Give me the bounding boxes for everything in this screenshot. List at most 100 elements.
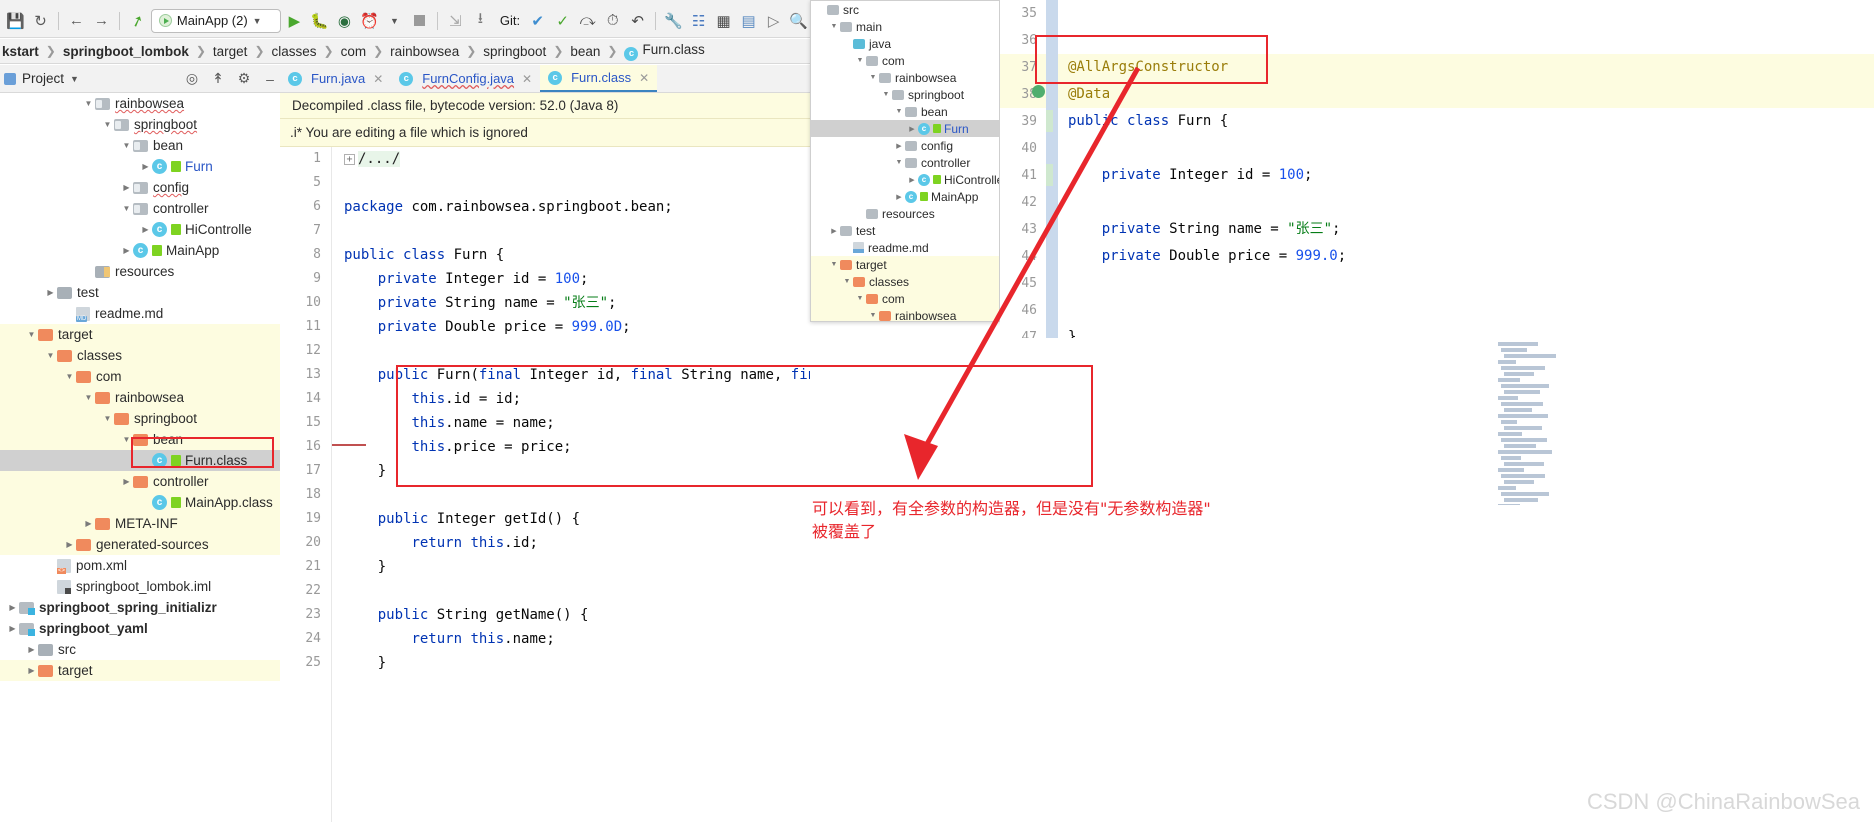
fold-toggle-icon[interactable]: + [344, 154, 355, 165]
breadcrumb-item-0[interactable]: kstart [0, 44, 41, 59]
project-tree-row[interactable]: ▼ target [0, 324, 280, 345]
run-anything-icon[interactable]: ▷ [762, 8, 785, 34]
popup-tree-row[interactable]: ▼ bean [811, 103, 999, 120]
chevron-right-icon[interactable]: ▶ [139, 162, 152, 171]
code-line[interactable]: @AllArgsConstructor [1058, 54, 1874, 81]
right-code-content[interactable]: @AllArgsConstructor @Data public class Fur… [1058, 0, 1874, 338]
code-line[interactable]: +/.../ [332, 147, 810, 171]
chevron-down-icon[interactable]: ▼ [854, 295, 866, 302]
chevron-down-icon[interactable]: ▼ [120, 141, 133, 150]
editor-tab[interactable]: c Furn.java ✕ [280, 65, 392, 92]
close-icon[interactable]: ✕ [639, 71, 649, 85]
code-content[interactable]: +/.../ package com.rainbowsea.springboot… [332, 147, 810, 822]
project-tree-row[interactable]: ▶ c HiControlle [0, 219, 280, 240]
chevron-right-icon[interactable]: ▶ [6, 624, 19, 633]
chevron-right-icon[interactable]: ▶ [120, 477, 133, 486]
chevron-right-icon[interactable]: ▶ [906, 176, 918, 184]
project-tree-row[interactable]: pom.xml [0, 555, 280, 576]
code-line[interactable] [332, 339, 810, 363]
profile-icon[interactable]: ⏰ [358, 8, 381, 34]
code-line[interactable] [332, 219, 810, 243]
popup-tree-row[interactable]: ▶ c MainApp [811, 188, 999, 205]
chevron-down-icon[interactable]: ▼ [828, 23, 840, 30]
project-tree-row[interactable]: ▼ bean [0, 429, 280, 450]
code-viewport[interactable]: 1 5 6 7 8 9 10 11 12 13 14 15 16 17 18 19 20 21 22 23 24 25 +… [280, 147, 810, 822]
hide-panel-icon[interactable]: ‒ [260, 71, 280, 87]
code-line[interactable]: this.price = price; [332, 435, 810, 459]
structure-icon[interactable]: ☷ [687, 8, 710, 34]
project-tree-row[interactable]: ▶ src [0, 639, 280, 660]
popup-tree-row[interactable]: ▶ c Furn [811, 120, 999, 137]
history-icon[interactable]: ⏱ [601, 8, 624, 34]
code-line[interactable] [332, 579, 810, 603]
floating-project-tree-popup[interactable]: src ▼ main java ▼ com ▼ rainbowsea ▼ springboot ▼ b… [810, 0, 1000, 322]
chevron-down-icon[interactable]: ▼ [867, 312, 879, 319]
project-tree-row[interactable]: ▶ generated-sources [0, 534, 280, 555]
project-tree-row[interactable]: ▶ META-INF [0, 513, 280, 534]
breadcrumb-item-1[interactable]: springboot_lombok [61, 44, 191, 59]
push-icon[interactable]: ⤼ [576, 8, 599, 34]
popup-tree-row[interactable]: ▼ springboot [811, 86, 999, 103]
editor-tab[interactable]: c FurnConfig.java ✕ [391, 65, 541, 92]
popup-tree-row[interactable]: ▶ c HiControlle [811, 171, 999, 188]
chevron-down-icon[interactable]: ▼ [82, 99, 95, 108]
chevron-down-icon[interactable]: ▼ [828, 261, 840, 268]
project-tree-row[interactable]: ▶ c MainApp [0, 240, 280, 261]
update-project-icon[interactable]: ✔ [526, 8, 549, 34]
code-line[interactable]: } [1058, 324, 1874, 338]
save-icon[interactable]: 💾 [4, 8, 27, 34]
popup-tree-row[interactable]: ▼ com [811, 290, 999, 307]
popup-tree-row[interactable]: ▶ test [811, 222, 999, 239]
code-line[interactable]: public class Furn { [1058, 108, 1874, 135]
rollback-icon[interactable]: ↶ [626, 8, 649, 34]
project-tree-row[interactable]: ▼ rainbowsea [0, 387, 280, 408]
forward-arrow-icon[interactable]: → [90, 8, 113, 34]
chevron-right-icon[interactable]: ▶ [82, 519, 95, 528]
code-line[interactable] [1058, 0, 1874, 27]
chevron-down-icon[interactable]: ▼ [82, 393, 95, 402]
popup-tree-row[interactable]: ▼ controller [811, 154, 999, 171]
up-arrow-icon[interactable]: ➚ [122, 4, 153, 36]
project-tree-row[interactable]: readme.md [0, 303, 280, 324]
popup-tree-row[interactable]: java [811, 35, 999, 52]
code-line[interactable]: @Data [1058, 81, 1874, 108]
chevron-right-icon[interactable]: ▶ [893, 142, 905, 150]
code-line[interactable]: public String getName() { [332, 603, 810, 627]
chevron-down-icon[interactable]: ▼ [867, 74, 879, 81]
project-tree-row[interactable]: ▼ classes [0, 345, 280, 366]
project-tree-row[interactable]: ▶ config [0, 177, 280, 198]
chevron-down-icon[interactable]: ▼ [120, 435, 133, 444]
code-line[interactable]: this.id = id; [332, 387, 810, 411]
breadcrumb-item-3[interactable]: classes [270, 44, 319, 59]
breadcrumb-item-4[interactable]: com [339, 44, 369, 59]
chevron-down-icon[interactable]: ▼ [44, 351, 57, 360]
code-line[interactable]: private Double price = 999.0; [1058, 243, 1874, 270]
spring-bean-gutter-icon[interactable] [1032, 85, 1045, 98]
search-everywhere-icon[interactable]: 🔍 [787, 8, 810, 34]
code-line[interactable]: private Double price = 999.0D; [332, 315, 810, 339]
chevron-down-icon[interactable]: ▼ [854, 57, 866, 64]
code-line[interactable] [1058, 270, 1874, 297]
layout-icon[interactable]: ▤ [737, 8, 760, 34]
project-tree-row[interactable]: ▶ springboot_yaml [0, 618, 280, 639]
code-line[interactable] [1058, 297, 1874, 324]
popup-tree-row[interactable]: resources [811, 205, 999, 222]
code-line[interactable]: private String name = "张三"; [1058, 216, 1874, 243]
project-tree-row[interactable]: ▼ springboot [0, 408, 280, 429]
code-line[interactable] [332, 171, 810, 195]
project-tree-row[interactable]: ▼ springboot [0, 114, 280, 135]
chevron-right-icon[interactable]: ▶ [120, 183, 133, 192]
project-tree-row[interactable]: c MainApp.class [0, 492, 280, 513]
chevron-right-icon[interactable]: ▶ [139, 225, 152, 234]
locate-icon[interactable]: ◎ [182, 70, 202, 87]
project-tree-row[interactable]: resources [0, 261, 280, 282]
popup-tree-row[interactable]: ▶ config [811, 137, 999, 154]
chevron-down-icon[interactable]: ▼ [893, 108, 905, 115]
breadcrumb-item-2[interactable]: target [211, 44, 250, 59]
run-icon[interactable]: ▶ [283, 8, 306, 34]
project-tree-row[interactable]: springboot_lombok.iml [0, 576, 280, 597]
editor-tab[interactable]: c Furn.class ✕ [540, 65, 658, 92]
project-tree-row[interactable]: c Furn.class [0, 450, 280, 471]
run-with-coverage-icon[interactable]: ◉ [333, 8, 356, 34]
back-arrow-icon[interactable]: ← [65, 8, 88, 34]
